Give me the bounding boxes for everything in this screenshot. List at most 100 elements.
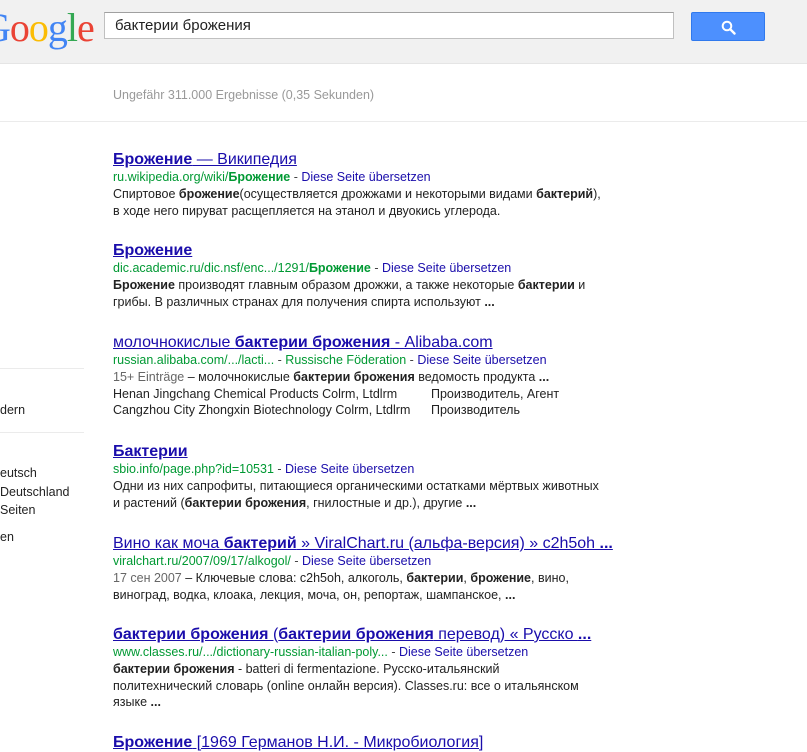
translate-page-link[interactable]: Diese Seite übersetzen <box>285 462 414 476</box>
result-url-line: ru.wikipedia.org/wiki/Брожение - Diese S… <box>113 169 633 186</box>
result-snippet-line: Спиртовое брожение(осуществляется дрожжа… <box>113 186 633 203</box>
text-run: виноград, водка, клоака, лекция, моча, о… <box>113 587 505 602</box>
result-stats: Ungefähr 311.000 Ergebnisse (0,35 Sekund… <box>113 88 375 102</box>
bold-term: брожение <box>178 187 240 201</box>
text-run: и <box>574 278 586 292</box>
result-title-link[interactable]: молочнокислые бактерии брожения - Alibab… <box>113 333 633 352</box>
bold-term: ... <box>538 370 550 384</box>
bold-term: Брожение <box>113 278 175 292</box>
bold-term: бактерии <box>406 571 464 585</box>
table-cell: Производитель <box>431 403 520 417</box>
sidebar-item[interactable]: dern <box>0 403 25 417</box>
result-snippet-line: в ходе него пируват расщепляется на этан… <box>113 203 633 220</box>
bold-term: ... <box>599 535 613 552</box>
bold-term: бактерии брожения <box>293 370 415 384</box>
bold-term: бактерии брожения <box>113 662 235 676</box>
text-run: www.classes.ru/.../dictionary-russian-it… <box>113 645 388 659</box>
result-date: 17 сен 2007 <box>113 571 182 585</box>
result-table-row: Henan Jingchang Chemical Products Colrm,… <box>113 386 633 403</box>
result-url: www.classes.ru/.../dictionary-russian-it… <box>113 645 388 659</box>
search-input[interactable] <box>105 13 673 38</box>
sidebar-item[interactable]: Deutschland <box>0 485 70 499</box>
separator: - <box>274 353 286 367</box>
search-result: молочнокислые бактерии брожения - Alibab… <box>113 333 633 419</box>
bold-term: бактерии брожения <box>278 626 434 643</box>
google-logo[interactable]: Google <box>0 4 95 52</box>
result-url-line: viralchart.ru/2007/09/17/alkogol/ - Dies… <box>113 553 633 570</box>
result-snippet-line: политехнический словарь (online онлайн в… <box>113 678 633 695</box>
bold-term: Брожение <box>228 170 291 184</box>
text-run: и растений ( <box>113 495 185 510</box>
result-snippet-line: 17 сен 2007 – Ключевые слова: c2h5oh, ал… <box>113 570 633 587</box>
result-date: 15+ Einträge <box>113 370 185 384</box>
bold-term: бактерии брожения <box>184 495 307 510</box>
bold-term: ... <box>484 294 495 309</box>
text-run: [1969 Германов Н.И. - Микробиология] <box>192 734 484 751</box>
top-bar: Google <box>0 0 807 64</box>
bold-term: Брожение <box>113 242 193 259</box>
translate-page-link[interactable]: Diese Seite übersetzen <box>382 261 511 275</box>
text-run: — Википедия <box>192 151 297 168</box>
text-run: грибы. В различных странах для получения… <box>113 294 485 309</box>
text-run: - Alibaba.com <box>390 334 493 351</box>
result-title-link[interactable]: Брожение <box>113 241 633 260</box>
search-icon <box>721 20 736 35</box>
text-run: Одни из них сапрофиты, питающиеся органи… <box>113 479 599 493</box>
result-url: dic.academic.ru/dic.nsf/enc.../1291/Брож… <box>113 261 371 275</box>
result-url-line: www.classes.ru/.../dictionary-russian-it… <box>113 644 633 661</box>
result-title-link[interactable]: Бактерии <box>113 442 633 461</box>
separator: - <box>290 170 302 184</box>
result-title-link[interactable]: Брожение — Википедия <box>113 150 633 169</box>
bold-term: ... <box>505 587 516 602</box>
result-title-link[interactable]: бактерии брожения (бактерии брожения пер… <box>113 625 633 644</box>
search-result: бактерии брожения (бактерии брожения пер… <box>113 625 633 711</box>
table-cell: Cangzhou City Zhongxin Biotechnology Col… <box>113 403 411 417</box>
sidebar-item[interactable]: eutsch <box>0 466 37 480</box>
search-result: Бактерии sbio.info/page.php?id=10531 - Di… <box>113 442 633 511</box>
table-cell: Производитель, Агент <box>431 386 560 401</box>
search-button[interactable] <box>691 12 765 41</box>
result-url: russian.alibaba.com/.../lacti... <box>113 353 274 367</box>
text-run: - batteri di fermentazione. Русско-италь… <box>234 662 500 676</box>
text-run: Спиртовое <box>113 187 179 201</box>
result-url: viralchart.ru/2007/09/17/alkogol/ <box>113 554 291 568</box>
result-snippet-line: 15+ Einträge – молочнокислые бактерии бр… <box>113 369 633 386</box>
result-title-link[interactable]: Брожение [1969 Германов Н.И. - Микробиол… <box>113 733 633 752</box>
bold-term: Брожение <box>113 734 193 751</box>
text-run: Вино как моча <box>113 535 224 552</box>
text-run: viralchart.ru/2007/09/17/alkogol/ <box>113 554 291 568</box>
sidebar-item[interactable]: Seiten <box>0 503 35 517</box>
text-run: dic.academic.ru/dic.nsf/enc.../1291/ <box>113 261 309 275</box>
search-result: Брожение — Википедия ru.wikipedia.org/wik… <box>113 150 633 219</box>
sidebar-divider <box>0 368 84 369</box>
search-box[interactable] <box>104 12 674 39</box>
bold-term: бактерии брожения <box>234 334 391 351</box>
text-run: ), <box>593 187 601 201</box>
result-region: Russische Föderation <box>285 353 407 367</box>
text-run: sbio.info/page.php?id=10531 <box>113 462 274 476</box>
bold-term: ... <box>465 495 477 510</box>
translate-page-link[interactable]: Diese Seite übersetzen <box>417 353 546 367</box>
result-title-link[interactable]: Вино как моча бактерий » ViralChart.ru (… <box>113 534 633 553</box>
text-run: ведомость продукта <box>414 370 539 384</box>
text-run: – Ключевые слова: c2h5oh, алкоголь, <box>181 571 407 585</box>
bold-term: бактерии <box>517 278 575 292</box>
separator: - <box>290 554 302 568</box>
translate-page-link[interactable]: Diese Seite übersetzen <box>302 554 431 568</box>
text-run: ( <box>268 626 279 643</box>
translate-page-link[interactable]: Diese Seite übersetzen <box>301 170 430 184</box>
result-url: ru.wikipedia.org/wiki/Брожение <box>113 170 290 184</box>
search-result: Брожение dic.academic.ru/dic.nsf/enc.../1… <box>113 241 633 310</box>
result-snippet-line: виноград, водка, клоака, лекция, моча, о… <box>113 587 633 604</box>
table-cell: Henan Jingchang Chemical Products Colrm,… <box>113 386 398 401</box>
sidebar-item[interactable]: en <box>0 530 14 544</box>
text-run: перевод) « Русско <box>433 626 578 643</box>
translate-page-link[interactable]: Diese Seite übersetzen <box>399 645 528 659</box>
text-run: , вино, <box>531 571 569 585</box>
text-run: производят главным образом дрожжи, а так… <box>174 278 518 292</box>
separator: - <box>370 261 382 275</box>
text-run: » ViralChart.ru (альфа-версия) » c2h5oh <box>296 535 600 552</box>
result-snippet-line: бактерии брожения - batteri di fermentaz… <box>113 661 633 678</box>
sidebar-divider <box>0 432 84 433</box>
bold-term: ... <box>577 626 592 643</box>
